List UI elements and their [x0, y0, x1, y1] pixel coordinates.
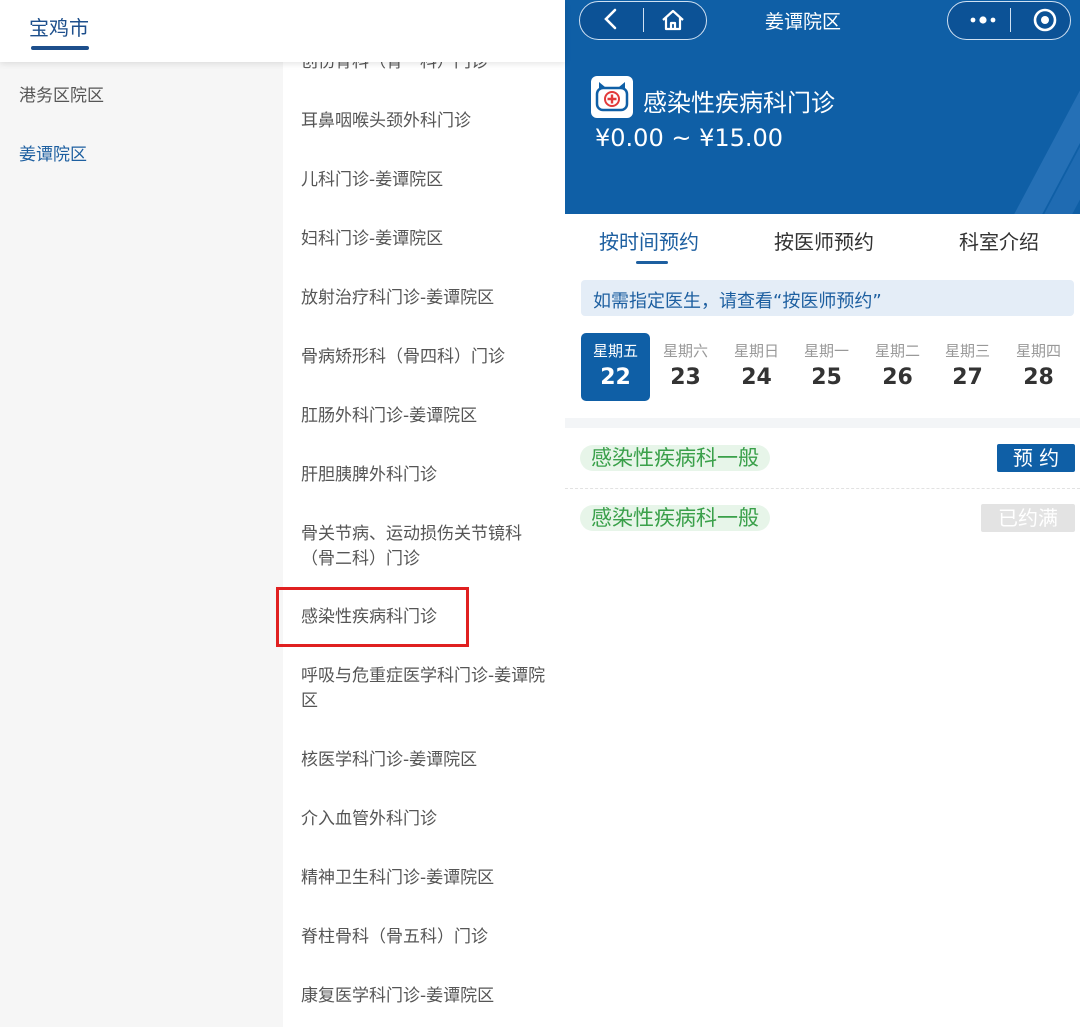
active-tab-indicator: [636, 261, 668, 264]
tab-dept-intro[interactable]: 科室介绍: [959, 226, 1039, 255]
highlight-box: [276, 587, 469, 647]
weekday-label: 星期三: [944, 342, 990, 360]
date-number: 26: [882, 365, 913, 390]
department-list: 创伤骨科（骨一科）门诊 耳鼻咽喉头颈外科门诊 儿科门诊-姜谭院区 妇科门诊-姜谭…: [283, 62, 565, 1027]
date-number: 27: [952, 365, 983, 390]
book-button[interactable]: 预 约: [997, 444, 1075, 472]
weekday-label: 星期六: [662, 342, 708, 360]
slot-divider: [565, 488, 1080, 489]
department-icon: [591, 76, 633, 118]
date-item[interactable]: 星期日 24: [722, 333, 791, 401]
department-item[interactable]: 放射治疗科门诊-姜谭院区: [301, 286, 553, 311]
department-item[interactable]: 耳鼻咽喉头颈外科门诊: [301, 109, 553, 134]
campus-list: 港务区院区 姜谭院区: [0, 62, 283, 1027]
right-panel: 姜谭院区 感染性疾病科门诊 ¥0.00 ~ ¥15.00 按时间预约 按医师预约…: [565, 0, 1080, 1027]
slot-name: 感染性疾病科一般: [580, 505, 770, 531]
date-number: 28: [1023, 365, 1054, 390]
city-tab[interactable]: 宝鸡市: [29, 12, 89, 41]
tip-text: 如需指定医生，请查看“按医师预约”: [593, 291, 882, 312]
tip-banner: 如需指定医生，请查看“按医师预约”: [581, 280, 1074, 316]
department-item[interactable]: 儿科门诊-姜谭院区: [301, 168, 553, 193]
department-item[interactable]: 康复医学科门诊-姜谭院区: [301, 984, 553, 1009]
department-item[interactable]: 创伤骨科（骨一科）门诊: [301, 62, 553, 75]
tab-by-time[interactable]: 按时间预约: [599, 226, 699, 255]
department-item[interactable]: 介入血管外科门诊: [301, 807, 553, 832]
date-item-selected[interactable]: 星期五 22: [581, 333, 650, 401]
date-item[interactable]: 星期三 27: [933, 333, 1002, 401]
weekday-label: 星期二: [874, 342, 920, 360]
section-separator: [565, 418, 1080, 428]
campus-item-gangwu[interactable]: 港务区院区: [19, 81, 104, 106]
date-item[interactable]: 星期六 23: [651, 333, 720, 401]
date-number: 25: [811, 365, 842, 390]
department-item[interactable]: 呼吸与危重症医学科门诊-姜谭院区: [301, 664, 553, 714]
date-number: 23: [670, 365, 701, 390]
campus-item-jiangtan[interactable]: 姜谭院区: [19, 140, 87, 165]
department-item[interactable]: 肛肠外科门诊-姜谭院区: [301, 404, 553, 429]
city-tab-underline: [31, 46, 89, 50]
close-mini-icon[interactable]: [1032, 7, 1058, 33]
weekday-label: 星期五: [592, 342, 638, 360]
department-item[interactable]: 肝胆胰脾外科门诊: [301, 463, 553, 488]
date-item[interactable]: 星期四 28: [1004, 333, 1073, 401]
department-banner: 姜谭院区 感染性疾病科门诊 ¥0.00 ~ ¥15.00: [565, 0, 1080, 214]
date-item[interactable]: 星期二 26: [863, 333, 932, 401]
date-number: 24: [741, 365, 772, 390]
back-icon[interactable]: [602, 8, 620, 30]
department-item[interactable]: 脊柱骨科（骨五科）门诊: [301, 925, 553, 950]
full-badge: 已约满: [981, 504, 1075, 532]
department-item[interactable]: 骨关节病、运动损伤关节镜科（骨二科）门诊: [301, 522, 553, 572]
more-icon[interactable]: [968, 11, 998, 29]
slot-name: 感染性疾病科一般: [580, 445, 770, 471]
department-item[interactable]: 核医学科门诊-姜谭院区: [301, 748, 553, 773]
left-panel: 港务区院区 姜谭院区 宝鸡市 创伤骨科（骨一科）门诊 耳鼻咽喉头颈外科门诊 儿科…: [0, 0, 565, 1027]
date-item[interactable]: 星期一 25: [792, 333, 861, 401]
department-item[interactable]: 妇科门诊-姜谭院区: [301, 227, 553, 252]
weekday-label: 星期一: [803, 342, 849, 360]
city-header: 宝鸡市: [0, 0, 565, 62]
nav-capsule: [579, 1, 707, 40]
menu-divider: [1010, 8, 1011, 32]
capsule-menu: [947, 1, 1071, 40]
department-item[interactable]: 骨病矫形科（骨四科）门诊: [301, 345, 553, 370]
weekday-label: 星期四: [1015, 342, 1061, 360]
tab-by-doctor[interactable]: 按医师预约: [774, 226, 874, 255]
department-title: 感染性疾病科门诊: [643, 89, 835, 117]
price-range: ¥0.00 ~ ¥15.00: [595, 124, 784, 152]
nav-title: 姜谭院区: [765, 11, 842, 33]
home-icon[interactable]: [660, 7, 686, 33]
weekday-label: 星期日: [733, 342, 779, 360]
nav-divider: [643, 8, 644, 32]
date-number: 22: [600, 365, 631, 390]
booking-tabs: 按时间预约 按医师预约 科室介绍: [565, 214, 1080, 264]
department-item[interactable]: 精神卫生科门诊-姜谭院区: [301, 866, 553, 891]
